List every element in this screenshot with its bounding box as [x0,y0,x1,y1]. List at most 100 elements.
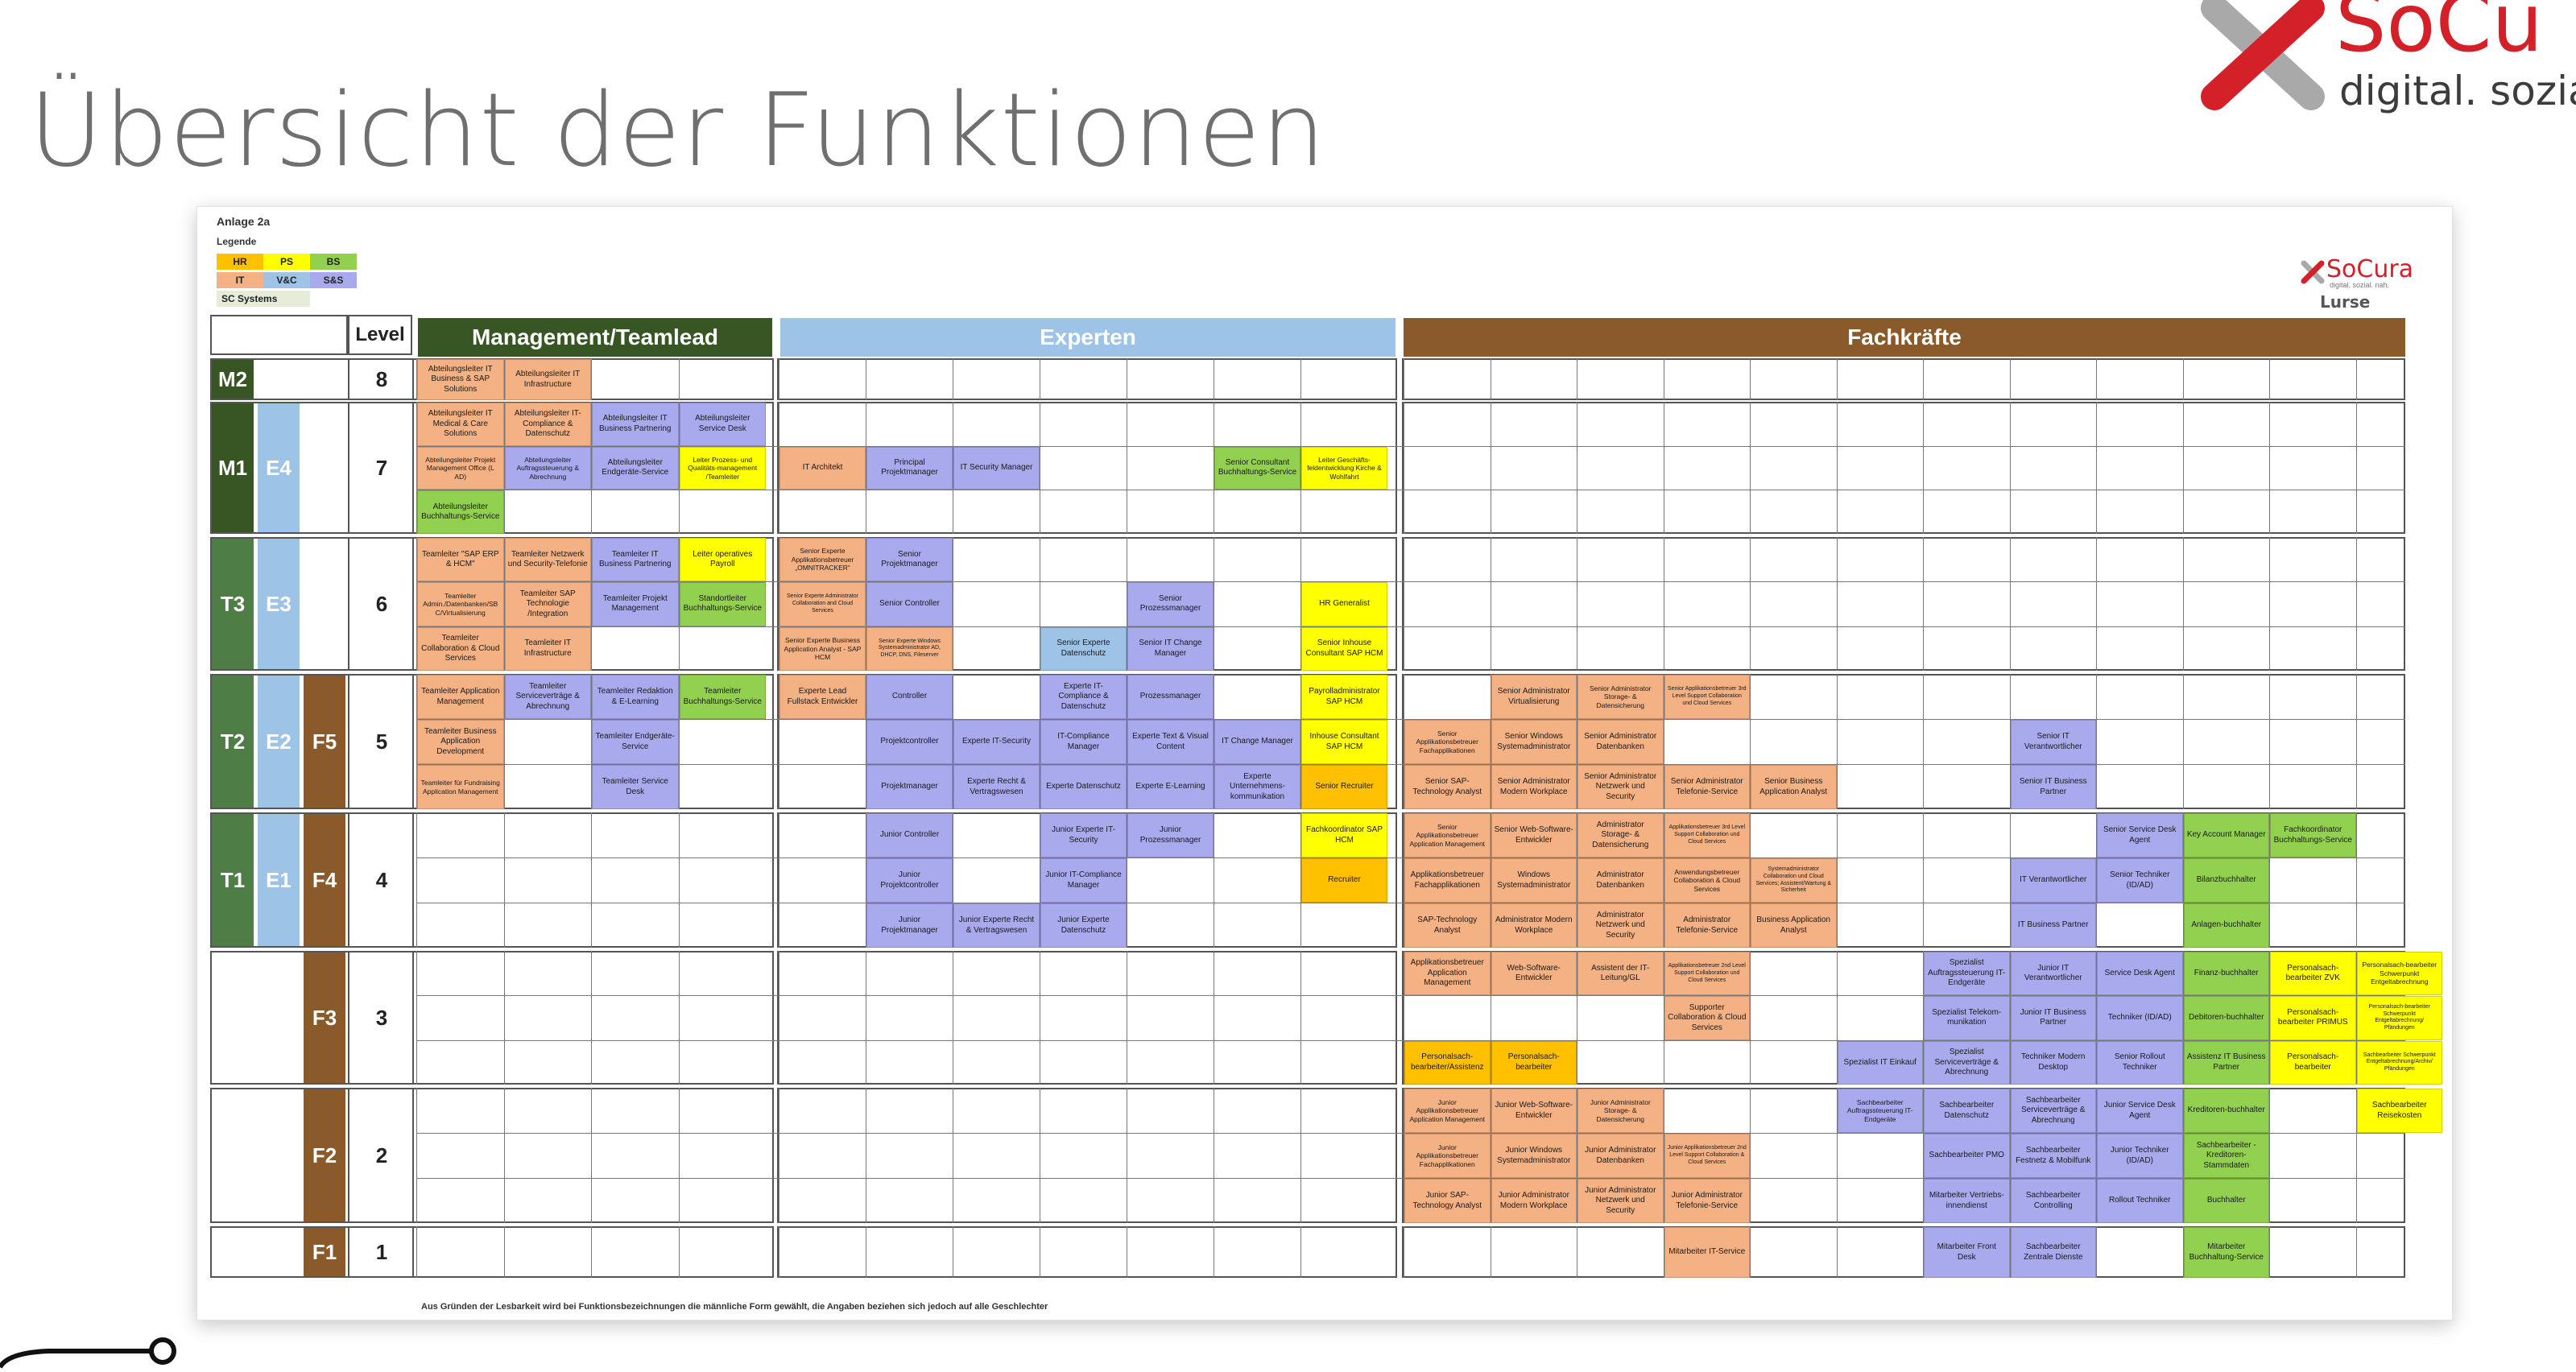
function-cell: Senior Web-Software-Entwickler [1491,813,1577,858]
grade-badge: E3 [258,539,300,669]
grade-badge: T1 [212,814,254,946]
function-cell: Projektmanager [866,765,953,809]
group-separator [1396,402,1404,534]
grid-line [2009,537,2011,671]
legend-item: S&S [310,272,357,288]
function-cell: Spezialist Telekom-munikation [1924,996,2010,1040]
function-cell: Senior Applikationsbetreuer Fachapplikat… [1404,720,1491,764]
group-separator [772,674,779,809]
function-cell: Recruiter [1301,858,1387,903]
grid-line [412,402,414,534]
function-cell: Teamleiter Redaktion & E-Learning [592,675,679,719]
function-cell: Mitarbeiter Buchhaltung-Service [2183,1227,2269,1278]
function-cell: Senior Applikationsbetreuer Application … [1404,813,1491,858]
function-cell: Junior Applikationsbetreuer Fachapplikat… [1404,1134,1491,1178]
function-cell: Debitoren-buchhalter [2183,996,2269,1040]
function-cell: Teamleiter Projekt Management [592,582,679,626]
function-cell: Senior Windows Systemadministrator [1491,720,1577,764]
grid-line [1923,358,1924,400]
function-cell: Sachbearbeiter Auftragssteuerung IT-Endg… [1837,1089,1923,1133]
function-cell: Abteilungsleiter Projekt Management Offi… [417,446,504,490]
grid-line [678,1088,680,1223]
function-cell: Sachbearbeiter Serviceverträge & Abrechn… [2010,1089,2096,1133]
grid-line [503,1088,505,1223]
grid-line [1836,402,1838,534]
function-cell: Applikationsbetreuer Fachapplikationen [1404,858,1491,903]
management-header: Management/Teamlead [418,318,772,357]
function-cell: Teamleiter Application Management [417,675,504,719]
function-cell: Teamleiter Admin./Datenbanken/SB C/Virtu… [417,582,504,626]
function-cell: Senior Techniker (ID/AD) [2097,858,2183,903]
small-logo-tagline: digital. sozial. nah. [2330,281,2390,289]
grid-line [2355,402,2357,534]
function-cell: Junior Projektcontroller [866,858,953,903]
grid-line [2355,674,2357,809]
function-cell: Abteilungsleiter Service Desk [679,403,766,446]
function-cell: Spezialist IT Einkauf [1837,1040,1923,1085]
grid-line [416,951,417,1085]
socura-logo: SoCu digital. sozial [2174,0,2576,129]
function-cell: Finanz-buchhalter [2183,952,2269,996]
function-cell: Junior Applikationsbetreuer Application … [1404,1089,1491,1133]
grid-line [503,812,505,948]
function-cell: Personalsach-bearbeiter/Assistenz [1404,1040,1491,1085]
grid-line [416,1088,417,1223]
function-cell: Teamleiter Collaboration & Cloud Service… [417,626,504,671]
level-number: 8 [348,358,414,400]
legend-item: BS [310,254,357,270]
function-cell: Senior Administrator Netzwerk und Securi… [1577,765,1664,809]
grid-line [412,537,414,671]
function-cell: Junior Web-Software-Entwickler [1491,1089,1577,1133]
group-separator [772,1226,779,1278]
function-cell: Administrator Datenbanken [1577,858,1664,903]
function-cell: Abteilungsleiter IT Medical & Care Solut… [417,403,504,446]
function-cell: Junior Administrator Netzwerk und Securi… [1577,1179,1664,1223]
function-cell: Bilanzbuchhalter [2183,858,2269,903]
function-cell: IT Business Partner [2010,903,2096,948]
function-cell: Leiter Prozess- und Qualitäts-management… [679,446,766,490]
logo-tagline: digital. sozial [2339,68,2576,114]
function-cell: Sachbearbeiter Datenschutz [1924,1089,2010,1133]
grid-line [1836,537,1838,671]
grid-line [412,812,414,948]
grid-line [416,626,2405,627]
function-cell: Teamleiter Serviceverträge & Abrechnung [504,675,591,719]
function-cell: Sachbearbeiter PMO [1924,1134,2010,1178]
grade-badge: F5 [304,676,345,808]
document-label: Anlage 2a [217,215,271,228]
function-cell: Assistent der IT-Leitung/GL [1577,952,1664,996]
function-cell: Mitarbeiter Vertriebs-innendienst [1924,1179,2010,1223]
grade-badge: M2 [212,360,254,399]
function-cell: IT Security Manager [953,446,1040,490]
function-cell: Assistenz IT Business Partner [2183,1040,2269,1085]
function-cell: Applikationsbetreuer Application Managem… [1404,952,1491,996]
function-cell: Anlagen-buchhalter [2183,903,2269,948]
function-cell: Junior IT Verantwortlicher [2010,952,2096,996]
function-cell: Prozessmanager [1127,675,1214,719]
function-cell: Inhouse Consultant SAP HCM [1301,720,1387,764]
grid-line [2182,674,2184,809]
grid-line [2182,537,2184,671]
grid-line [2355,358,2357,400]
function-cell: Spezialist Auftragssteuerung IT-Endgerät… [1924,952,2010,996]
grid-line [2096,1226,2097,1278]
function-overview-document: Anlage 2a Legende SC Systems HR PS BS IT V&C… [196,206,2453,1320]
grid-line [416,812,417,948]
function-cell: Leiter operatives Payroll [679,538,766,582]
function-cell: Senior Experte Windows Systemadministrat… [866,626,953,671]
grid-line [1836,1226,1838,1278]
group-separator [1396,951,1404,1085]
function-cell: Abteilungsleiter IT Business Partnering [592,403,679,446]
legend-title: Legende [217,236,257,247]
function-cell: Junior Prozessmanager [1127,813,1214,858]
function-cell: Personalsach-bearbeiter [2270,1040,2356,1085]
grade-badge: E4 [258,403,300,532]
socura-x-small-icon [2301,260,2325,284]
function-cell: Junior Administrator Storage- & Datensic… [1577,1089,1664,1133]
group-separator [1396,1088,1404,1223]
grid-line [1750,1088,1751,1223]
function-cell: Senior Administrator Modern Workplace [1491,765,1577,809]
grid-line [678,812,680,948]
grid-line [1750,537,1751,671]
grid-line [2182,358,2184,400]
